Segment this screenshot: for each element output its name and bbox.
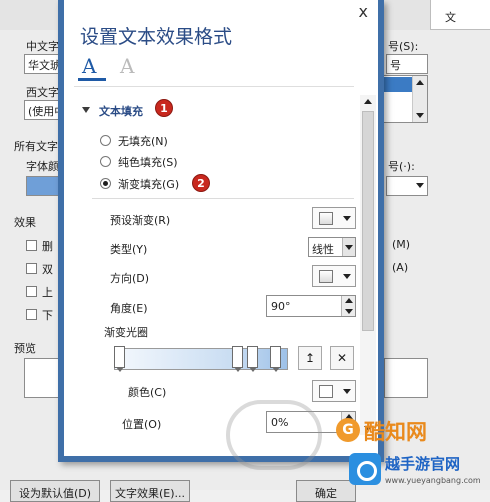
effect-checkbox[interactable] xyxy=(26,309,37,320)
type-label: 类型(Y) xyxy=(110,243,148,256)
step-badge-1: 1 xyxy=(155,99,173,117)
size-list-scrollbar[interactable] xyxy=(412,76,427,122)
tab-text-fill-outline[interactable]: A xyxy=(82,54,104,78)
solid-fill-label[interactable]: 纯色填充(S) xyxy=(118,154,178,170)
watermark-brand: 越手游官网 www.yueyangbang.com xyxy=(345,449,490,490)
gradient-preset-icon xyxy=(319,212,333,225)
effect-label: 上 xyxy=(42,286,53,299)
angle-label: 角度(E) xyxy=(110,302,148,315)
close-icon[interactable]: x xyxy=(359,2,368,21)
chevron-down-icon xyxy=(343,389,351,394)
chinese-font-field[interactable]: 华文琥 xyxy=(24,54,62,74)
gradient-stop-handle[interactable] xyxy=(114,346,125,372)
add-stop-icon[interactable]: ↥ xyxy=(298,346,322,370)
effects-label: 效果 xyxy=(14,216,36,229)
section-text-fill[interactable]: 文本填充 xyxy=(99,103,143,119)
chevron-down-icon xyxy=(343,216,351,221)
angle-value: 90° xyxy=(271,300,291,313)
direction-dropdown[interactable] xyxy=(312,265,356,287)
color-dropdown[interactable] xyxy=(312,380,356,402)
step-badge-2: 2 xyxy=(192,174,210,192)
font-color-swatch[interactable] xyxy=(26,176,62,196)
all-text-label: 所有文字 xyxy=(14,140,58,153)
spin-up-icon[interactable] xyxy=(345,298,353,303)
top-right-text: 文 xyxy=(445,11,456,24)
underline-size-label: 号(·): xyxy=(388,160,415,173)
scroll-up-icon[interactable] xyxy=(416,80,424,85)
effect-label: 下 xyxy=(42,309,53,322)
watermark-swirl xyxy=(226,400,322,470)
direction-label: 方向(D) xyxy=(110,272,150,285)
preview-label: 预览 xyxy=(14,342,36,355)
preset-gradient-dropdown[interactable] xyxy=(312,207,356,229)
gradient-stop-handle[interactable] xyxy=(232,346,243,372)
collapse-triangle-icon[interactable] xyxy=(82,107,90,113)
color-label: 颜色(C) xyxy=(128,386,167,399)
divider xyxy=(74,86,354,87)
watermark-url: www.yueyangbang.com xyxy=(385,476,481,485)
watermark-brand-name: 越手游官网 xyxy=(385,455,461,473)
top-right-preview: 文 xyxy=(430,0,490,30)
brand-icon xyxy=(349,453,381,485)
chinese-font-label: 中文字 xyxy=(26,40,59,53)
effect-checkbox[interactable] xyxy=(26,240,37,251)
preview-box xyxy=(24,358,62,398)
font-color-label: 字体颜 xyxy=(26,160,59,173)
remove-stop-icon[interactable]: ✕ xyxy=(330,346,354,370)
spin-down-icon[interactable] xyxy=(345,309,353,314)
effect-label: 双 xyxy=(42,263,53,276)
divider xyxy=(92,198,354,199)
scroll-down-icon[interactable] xyxy=(416,113,424,118)
angle-spinner[interactable] xyxy=(341,296,355,316)
panel-title: 设置文本效果格式 xyxy=(80,26,233,48)
text-effects-button[interactable]: 文字效果(E)... xyxy=(110,480,190,502)
size-field[interactable]: 号 xyxy=(386,54,428,74)
gradient-stop-handle[interactable] xyxy=(247,346,258,372)
panel-scrollbar[interactable] xyxy=(360,95,376,435)
angle-input[interactable]: 90° xyxy=(266,295,356,317)
watermark-logo-icon: G xyxy=(336,418,360,442)
effect-checkbox[interactable] xyxy=(26,263,37,274)
type-value: 线性 xyxy=(312,243,334,256)
effect-checkbox[interactable] xyxy=(26,286,37,297)
western-font-label: 西文字 xyxy=(26,86,59,99)
gradient-fill-radio[interactable] xyxy=(100,178,111,189)
all-caps-hint: (A) xyxy=(392,261,409,274)
gradient-stops-bar[interactable] xyxy=(114,348,288,370)
watermark-site-name: 酷知网 xyxy=(364,420,427,444)
small-caps-hint: (M) xyxy=(392,238,411,251)
chevron-down-icon[interactable] xyxy=(342,238,355,256)
position-label: 位置(O) xyxy=(122,418,162,431)
no-fill-radio[interactable] xyxy=(100,135,111,146)
type-dropdown[interactable]: 线性 xyxy=(308,237,356,257)
format-text-effects-panel: 设置文本效果格式 x A A 文本填充 1 无填充(N) 纯色填充(S) 渐变填… xyxy=(58,0,384,462)
direction-icon xyxy=(319,270,333,283)
active-tab-indicator xyxy=(78,78,106,81)
gradient-stops-label: 渐变光圈 xyxy=(104,326,148,339)
size-label: 号(S): xyxy=(388,40,419,53)
underline-color-dropdown[interactable] xyxy=(386,176,428,196)
western-font-field[interactable]: (使用中 xyxy=(24,100,62,120)
chevron-down-icon xyxy=(343,274,351,279)
scroll-up-icon[interactable] xyxy=(364,99,372,104)
preview-box-right xyxy=(384,358,428,398)
scroll-thumb[interactable] xyxy=(362,111,374,331)
paint-bucket-icon xyxy=(319,385,333,398)
effect-label: 删 xyxy=(42,240,53,253)
no-fill-label[interactable]: 无填充(N) xyxy=(118,133,168,149)
set-default-button[interactable]: 设为默认值(D) xyxy=(10,480,100,502)
gradient-fill-label[interactable]: 渐变填充(G) xyxy=(118,176,179,192)
tab-text-effects[interactable]: A xyxy=(120,54,134,78)
chevron-down-icon xyxy=(416,183,424,188)
gradient-stop-handle[interactable] xyxy=(270,346,281,372)
preset-gradient-label: 预设渐变(R) xyxy=(110,214,171,227)
solid-fill-radio[interactable] xyxy=(100,156,111,167)
